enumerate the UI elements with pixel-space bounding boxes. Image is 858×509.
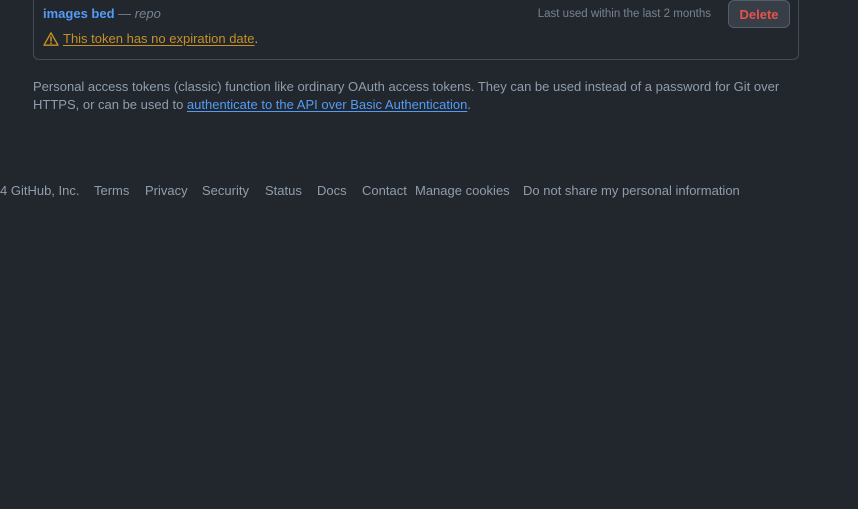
footer-link-contact[interactable]: Contact <box>362 182 407 200</box>
footer-link-do-not-share[interactable]: Do not share my personal information <box>523 182 740 200</box>
footer-link-manage-cookies[interactable]: Manage cookies <box>415 182 510 200</box>
footer-link-privacy[interactable]: Privacy <box>145 182 188 200</box>
warning-period: . <box>254 31 259 46</box>
token-card: images bed — repo Last used within the l… <box>33 0 799 60</box>
basic-auth-docs-link[interactable]: authenticate to the API over Basic Authe… <box>187 97 467 112</box>
classic-token-description: Personal access tokens (classic) functio… <box>33 78 793 114</box>
expiration-warning: This token has no expiration date. <box>43 31 258 47</box>
token-scope: repo <box>134 6 161 21</box>
footer-link-docs[interactable]: Docs <box>317 182 347 200</box>
token-name-link[interactable]: images bed <box>43 6 115 21</box>
alert-triangle-icon <box>43 31 59 47</box>
footer-link-terms[interactable]: Terms <box>94 182 129 200</box>
footer-link-security[interactable]: Security <box>202 182 249 200</box>
token-name-row: images bed — repo <box>43 6 161 22</box>
footer-copyright: 4 GitHub, Inc. <box>0 183 80 198</box>
token-last-used: Last used within the last 2 months <box>537 8 711 20</box>
page: images bed — repo Last used within the l… <box>0 0 858 509</box>
footer-link-status[interactable]: Status <box>265 182 302 200</box>
no-expiration-link[interactable]: This token has no expiration date <box>63 31 255 47</box>
delete-token-button[interactable]: Delete <box>728 0 790 28</box>
description-period: . <box>467 97 471 112</box>
token-scope-separator: — <box>118 6 135 21</box>
